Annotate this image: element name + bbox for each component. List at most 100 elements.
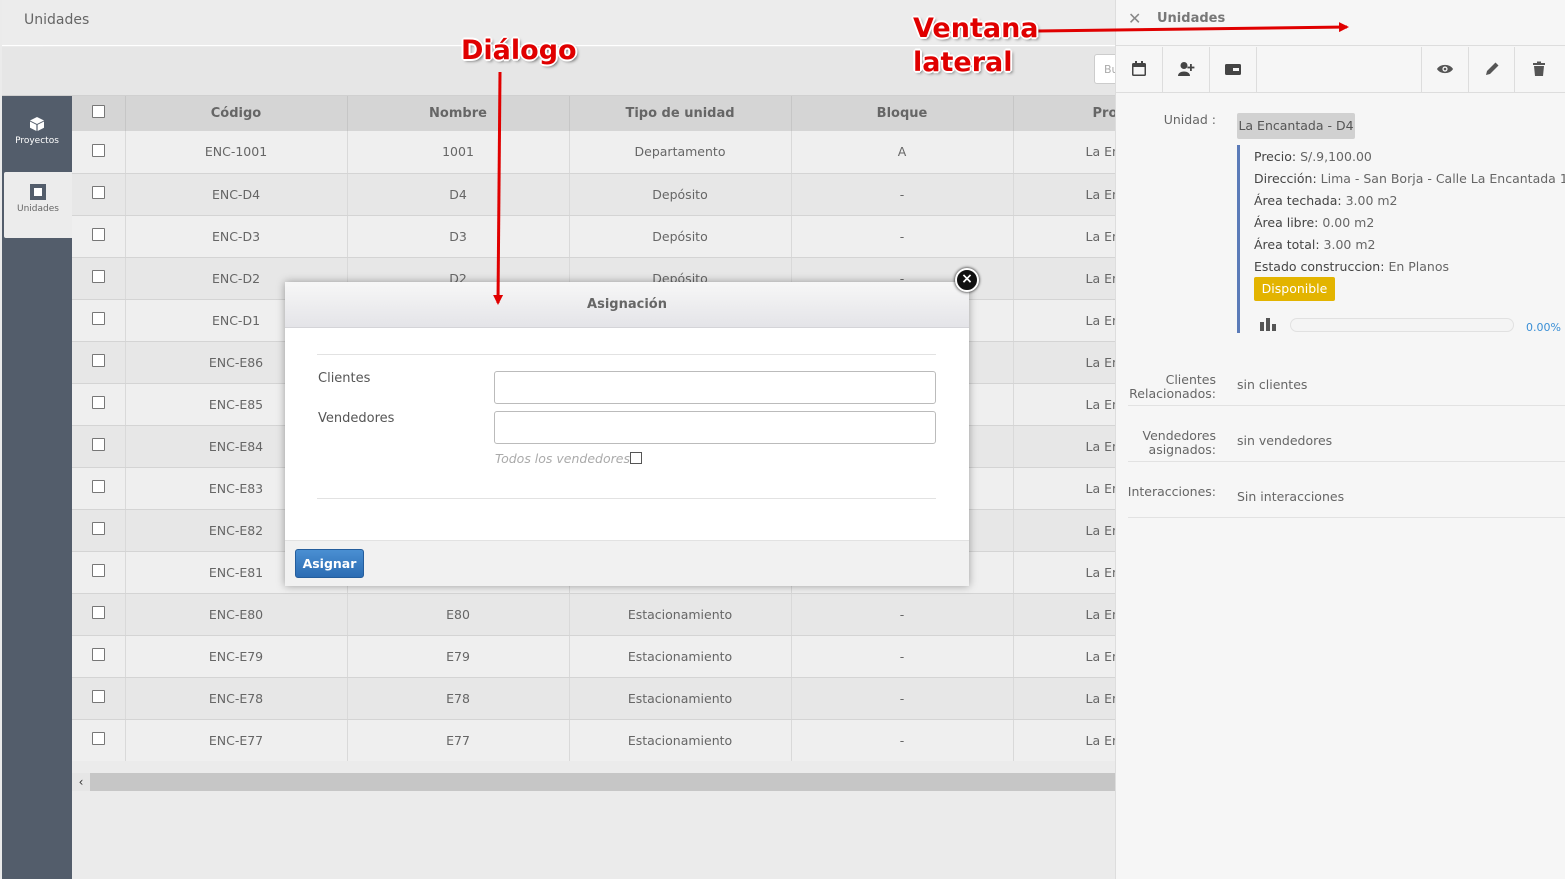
table-cell: D4 <box>347 173 570 216</box>
label-line: Vendedores <box>1142 428 1216 443</box>
todos-vendedores-checkbox[interactable] <box>629 452 642 464</box>
side-panel: ✕ Unidades Unidad : La Encantada - D4 Pr… <box>1115 0 1565 879</box>
row-checkbox[interactable] <box>91 564 105 577</box>
detail-key: Área total: <box>1254 237 1320 252</box>
column-header[interactable]: Código <box>125 96 348 131</box>
row-checkbox[interactable] <box>91 438 105 451</box>
row-select-cell[interactable] <box>72 215 126 258</box>
edit-button[interactable] <box>1468 47 1515 92</box>
detail-value: S/.9,100.00 <box>1300 149 1372 164</box>
close-icon[interactable]: × <box>955 268 979 292</box>
table-cell: ENC-D3 <box>125 215 348 258</box>
row-select-cell[interactable] <box>72 635 126 678</box>
table-cell: E78 <box>347 677 570 720</box>
row-checkbox[interactable] <box>91 480 105 493</box>
clientes-input[interactable] <box>494 371 936 404</box>
row-select-cell[interactable] <box>72 593 126 636</box>
row-checkbox[interactable] <box>91 396 105 409</box>
progress-bar <box>1290 318 1514 332</box>
detail-key: Estado construccion: <box>1254 259 1385 274</box>
table-row[interactable]: ENC-E78E78Estacionamiento-La En <box>72 677 1115 720</box>
row-select-cell[interactable] <box>72 257 126 300</box>
table-cell: Depósito <box>569 215 792 258</box>
dialog-title: Asignación <box>285 282 969 328</box>
clientes-relacionados-label: Clientes Relacionados: <box>1116 373 1216 401</box>
scroll-left-icon[interactable]: ‹ <box>72 773 90 791</box>
table-cell: La En <box>1013 425 1115 468</box>
row-select-cell[interactable] <box>72 551 126 594</box>
detail-value: 0.00 m2 <box>1322 215 1375 230</box>
table-cell: Departamento <box>569 131 792 174</box>
select-all-checkbox[interactable] <box>91 105 105 118</box>
vendedores-input[interactable] <box>494 411 936 444</box>
todos-vendedores-label: Todos los vendedores <box>495 451 630 466</box>
delete-button[interactable] <box>1515 47 1562 92</box>
table-row[interactable]: ENC-E77E77Estacionamiento-La En <box>72 719 1115 761</box>
detail-key: Dirección: <box>1254 171 1317 186</box>
row-select-cell[interactable] <box>72 425 126 468</box>
row-checkbox[interactable] <box>91 312 105 325</box>
row-checkbox[interactable] <box>91 354 105 367</box>
precio-line: Precio: S/.9,100.00 <box>1254 149 1372 164</box>
row-select-cell[interactable] <box>72 677 126 720</box>
horizontal-scrollbar[interactable]: ‹ <box>72 773 1115 791</box>
divider <box>1128 517 1565 518</box>
calendar-icon <box>1132 61 1146 76</box>
vendedores-value: sin vendedores <box>1237 433 1333 448</box>
row-checkbox[interactable] <box>91 648 105 661</box>
row-select-cell[interactable] <box>72 173 126 216</box>
table-cell: 1001 <box>347 131 570 174</box>
asignar-button[interactable]: Asignar <box>295 549 364 578</box>
row-select-cell[interactable] <box>72 299 126 342</box>
trash-icon <box>1532 61 1545 76</box>
label-line: Clientes <box>1165 372 1216 387</box>
sidebar-item-proyectos[interactable]: Proyectos <box>2 104 72 170</box>
calendar-button[interactable] <box>1116 47 1163 92</box>
detail-value: 3.00 m2 <box>1345 193 1398 208</box>
table-row[interactable]: ENC-D4D4Depósito-La En <box>72 173 1115 216</box>
table-cell: La En <box>1013 257 1115 300</box>
add-user-button[interactable] <box>1163 47 1210 92</box>
row-select-cell[interactable] <box>72 509 126 552</box>
column-header[interactable]: Bloque <box>791 96 1014 131</box>
detail-value: 3.00 m2 <box>1323 237 1376 252</box>
wallet-button[interactable] <box>1210 47 1257 92</box>
table-row[interactable]: ENC-E80E80Estacionamiento-La En <box>72 593 1115 636</box>
row-checkbox[interactable] <box>91 143 105 157</box>
sidebar-item-label: Proyectos <box>15 136 59 146</box>
row-checkbox[interactable] <box>91 228 105 241</box>
table-cell: La En <box>1013 299 1115 342</box>
row-checkbox[interactable] <box>91 522 105 535</box>
row-select-cell[interactable] <box>72 383 126 426</box>
column-header[interactable]: Pro <box>1013 96 1115 131</box>
row-select-cell[interactable] <box>72 131 126 174</box>
close-icon[interactable]: ✕ <box>1128 9 1141 28</box>
row-select-cell[interactable] <box>72 719 126 761</box>
panel-toolbar <box>1116 47 1565 93</box>
table-cell: La En <box>1013 635 1115 678</box>
table-cell: ENC-E80 <box>125 593 348 636</box>
column-header[interactable]: Nombre <box>347 96 570 131</box>
row-checkbox[interactable] <box>91 270 105 283</box>
row-checkbox[interactable] <box>91 186 105 199</box>
select-all-cell[interactable] <box>72 96 126 131</box>
detail-key: Área libre: <box>1254 215 1319 230</box>
row-select-cell[interactable] <box>72 467 126 510</box>
table-cell: La En <box>1013 467 1115 510</box>
panel-header: ✕ Unidades <box>1116 0 1565 46</box>
row-checkbox[interactable] <box>91 606 105 619</box>
table-row[interactable]: ENC-10011001DepartamentoALa En <box>72 131 1115 174</box>
table-row[interactable]: ENC-E79E79Estacionamiento-La En <box>72 635 1115 678</box>
table-row[interactable]: ENC-D3D3Depósito-La En <box>72 215 1115 258</box>
table-cell: - <box>791 593 1014 636</box>
status-badge: Disponible <box>1254 277 1335 301</box>
view-button[interactable] <box>1421 47 1468 92</box>
column-header[interactable]: Tipo de unidad <box>569 96 792 131</box>
row-checkbox[interactable] <box>91 732 105 745</box>
sidebar-item-unidades[interactable]: Unidades <box>4 172 72 238</box>
row-checkbox[interactable] <box>91 690 105 703</box>
detail-value: En Planos <box>1388 259 1449 274</box>
table-cell: La En <box>1013 173 1115 216</box>
table-cell: ENC-E77 <box>125 719 348 761</box>
row-select-cell[interactable] <box>72 341 126 384</box>
